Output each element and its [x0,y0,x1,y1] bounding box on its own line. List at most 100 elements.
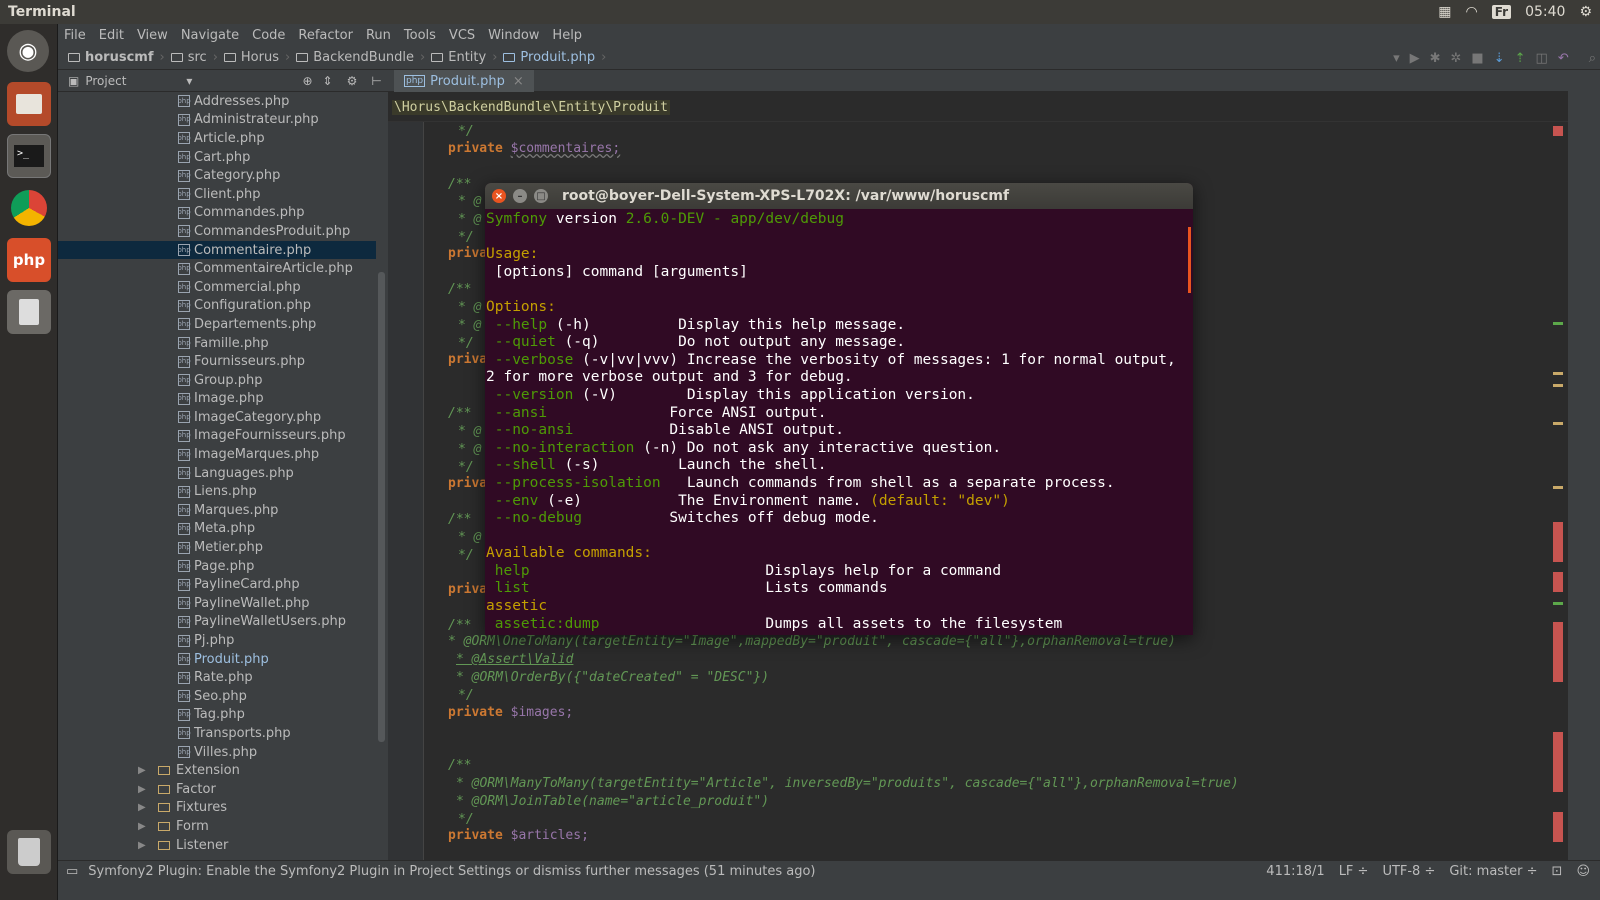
tree-file-item[interactable]: php Languages.php [58,464,376,483]
file-encoding[interactable]: UTF-8 ÷ [1382,864,1435,879]
line-separator[interactable]: LF ÷ [1339,864,1369,879]
lock-icon[interactable]: ⊡ [1552,864,1563,879]
git-branch[interactable]: Git: master ÷ [1449,864,1537,879]
tree-file-item[interactable]: php PaylineWalletUsers.php [58,613,376,632]
debug-icon[interactable]: ✱ [1430,51,1441,66]
vcs-update-icon[interactable]: ⇣ [1494,51,1505,66]
menu-file[interactable]: File [64,28,86,43]
menu-help[interactable]: Help [552,28,582,43]
terminal-titlebar[interactable]: × – □ root@boyer-Dell-System-XPS-L702X: … [485,183,1193,209]
tree-file-item[interactable]: php CommentaireArticle.php [58,259,376,278]
hide-panel-icon[interactable]: ⊢ [371,74,381,88]
tree-scrollbar[interactable] [376,92,388,860]
gear-icon[interactable]: ⚙ [1579,4,1592,20]
tree-file-item[interactable]: php Addresses.php [58,92,376,111]
tree-file-item[interactable]: php Pj.php [58,631,376,650]
chevron-right-icon[interactable]: ▶ [138,802,158,813]
caret-position[interactable]: 411:18/1 [1266,864,1324,879]
event-log-icon[interactable]: ▭ [66,864,78,879]
tree-file-item[interactable]: php Administrateur.php [58,111,376,130]
tree-file-item[interactable]: php Seo.php [58,687,376,706]
search-icon[interactable]: ⌕ [1589,51,1596,66]
tree-file-item[interactable]: php Commentaire.php [58,240,376,260]
tree-file-item[interactable]: php ImageFournisseurs.php [58,427,376,446]
tree-file-item[interactable]: php Meta.php [58,520,376,539]
chevron-down-icon[interactable]: ▾ [186,74,192,88]
breadcrumb-item[interactable]: Horus [223,50,279,65]
workspace-switcher-icon[interactable]: ▦ [1438,4,1451,20]
stop-icon[interactable]: ■ [1471,51,1483,66]
menu-view[interactable]: View [137,28,168,43]
tab-produit-php[interactable]: php Produit.php × [394,70,534,92]
clock[interactable]: 05:40 [1525,4,1565,20]
chevron-right-icon[interactable]: ▶ [138,840,158,851]
tree-file-item[interactable]: php Client.php [58,185,376,204]
tree-file-item[interactable]: php Commercial.php [58,278,376,297]
tree-file-item[interactable]: php CommandesProduit.php [58,222,376,241]
menu-tools[interactable]: Tools [404,28,436,43]
trash-icon[interactable] [7,830,51,874]
tree-folder-item[interactable]: ▶ Form [58,817,376,836]
tree-file-item[interactable]: php Liens.php [58,482,376,501]
tree-folder-item[interactable]: ▶ Fixtures [58,799,376,818]
breadcrumb-item[interactable]: src [170,50,207,65]
breadcrumb-item[interactable]: Produit.php [503,50,595,65]
tree-file-item[interactable]: php PaylineCard.php [58,575,376,594]
wifi-icon[interactable]: ◠ [1466,4,1478,20]
tree-file-item[interactable]: php Configuration.php [58,297,376,316]
menu-navigate[interactable]: Navigate [181,28,239,43]
breadcrumb-item[interactable]: BackendBundle [296,50,414,65]
chrome-icon[interactable] [7,186,51,230]
error-stripe[interactable] [1550,122,1568,860]
menu-vcs[interactable]: VCS [449,28,475,43]
terminal-icon[interactable]: >_ [7,134,51,178]
close-icon[interactable]: × [513,74,524,89]
tree-file-item[interactable]: php Tag.php [58,706,376,725]
minimize-button[interactable]: – [513,189,527,203]
collapse-all-icon[interactable]: ⇕ [323,74,333,88]
phpstorm-icon[interactable]: php [7,238,51,282]
chevron-right-icon[interactable]: ▶ [138,784,158,795]
project-view-selector[interactable]: Project [85,74,126,88]
compare-icon[interactable]: ◫ [1536,51,1548,66]
chevron-right-icon[interactable]: ▶ [138,765,158,776]
run-config-dropdown[interactable]: ▾ [1393,51,1400,66]
close-button[interactable]: × [492,189,506,203]
tree-file-item[interactable]: php Category.php [58,166,376,185]
tree-file-item[interactable]: php ImageCategory.php [58,408,376,427]
menu-run[interactable]: Run [366,28,391,43]
tree-file-item[interactable]: php Rate.php [58,668,376,687]
menu-code[interactable]: Code [252,28,285,43]
gear-icon[interactable]: ⚙ [347,74,358,88]
tree-file-item[interactable]: php PaylineWallet.php [58,594,376,613]
tree-file-item[interactable]: php Group.php [58,371,376,390]
tree-file-item[interactable]: php Cart.php [58,148,376,167]
breadcrumb-item[interactable]: Entity [431,50,486,65]
chevron-right-icon[interactable]: ▶ [138,821,158,832]
tree-file-item[interactable]: php Metier.php [58,538,376,557]
tree-file-item[interactable]: php ImageMarques.php [58,445,376,464]
status-message[interactable]: Symfony2 Plugin: Enable the Symfony2 Plu… [88,864,815,879]
dash-home-icon[interactable]: ◉ [7,30,49,72]
tree-file-item[interactable]: php Famille.php [58,334,376,353]
revert-icon[interactable]: ↶ [1558,51,1569,66]
tree-file-item[interactable]: php Villes.php [58,743,376,762]
tree-folder-item[interactable]: ▶ Listener [58,836,376,855]
maximize-button[interactable]: □ [534,189,548,203]
tree-file-item[interactable]: php Image.php [58,390,376,409]
tree-file-item[interactable]: php Article.php [58,129,376,148]
tree-folder-item[interactable]: ▶ Extension [58,761,376,780]
inspector-icon[interactable]: ☺ [1576,864,1590,879]
tree-file-item[interactable]: php Commandes.php [58,204,376,223]
files-icon[interactable] [7,82,51,126]
vcs-commit-icon[interactable]: ⇡ [1515,51,1526,66]
tree-file-item[interactable]: php Page.php [58,557,376,576]
scroll-from-source-icon[interactable]: ⊕ [302,74,312,88]
run-icon[interactable]: ▶ [1410,51,1420,66]
menu-window[interactable]: Window [488,28,539,43]
tree-file-item[interactable]: php Marques.php [58,501,376,520]
keyboard-layout-indicator[interactable]: Fr [1491,5,1512,19]
menu-edit[interactable]: Edit [99,28,124,43]
breadcrumb-item[interactable]: horuscmf [68,50,154,65]
tree-file-item[interactable]: php Produit.php [58,650,376,669]
